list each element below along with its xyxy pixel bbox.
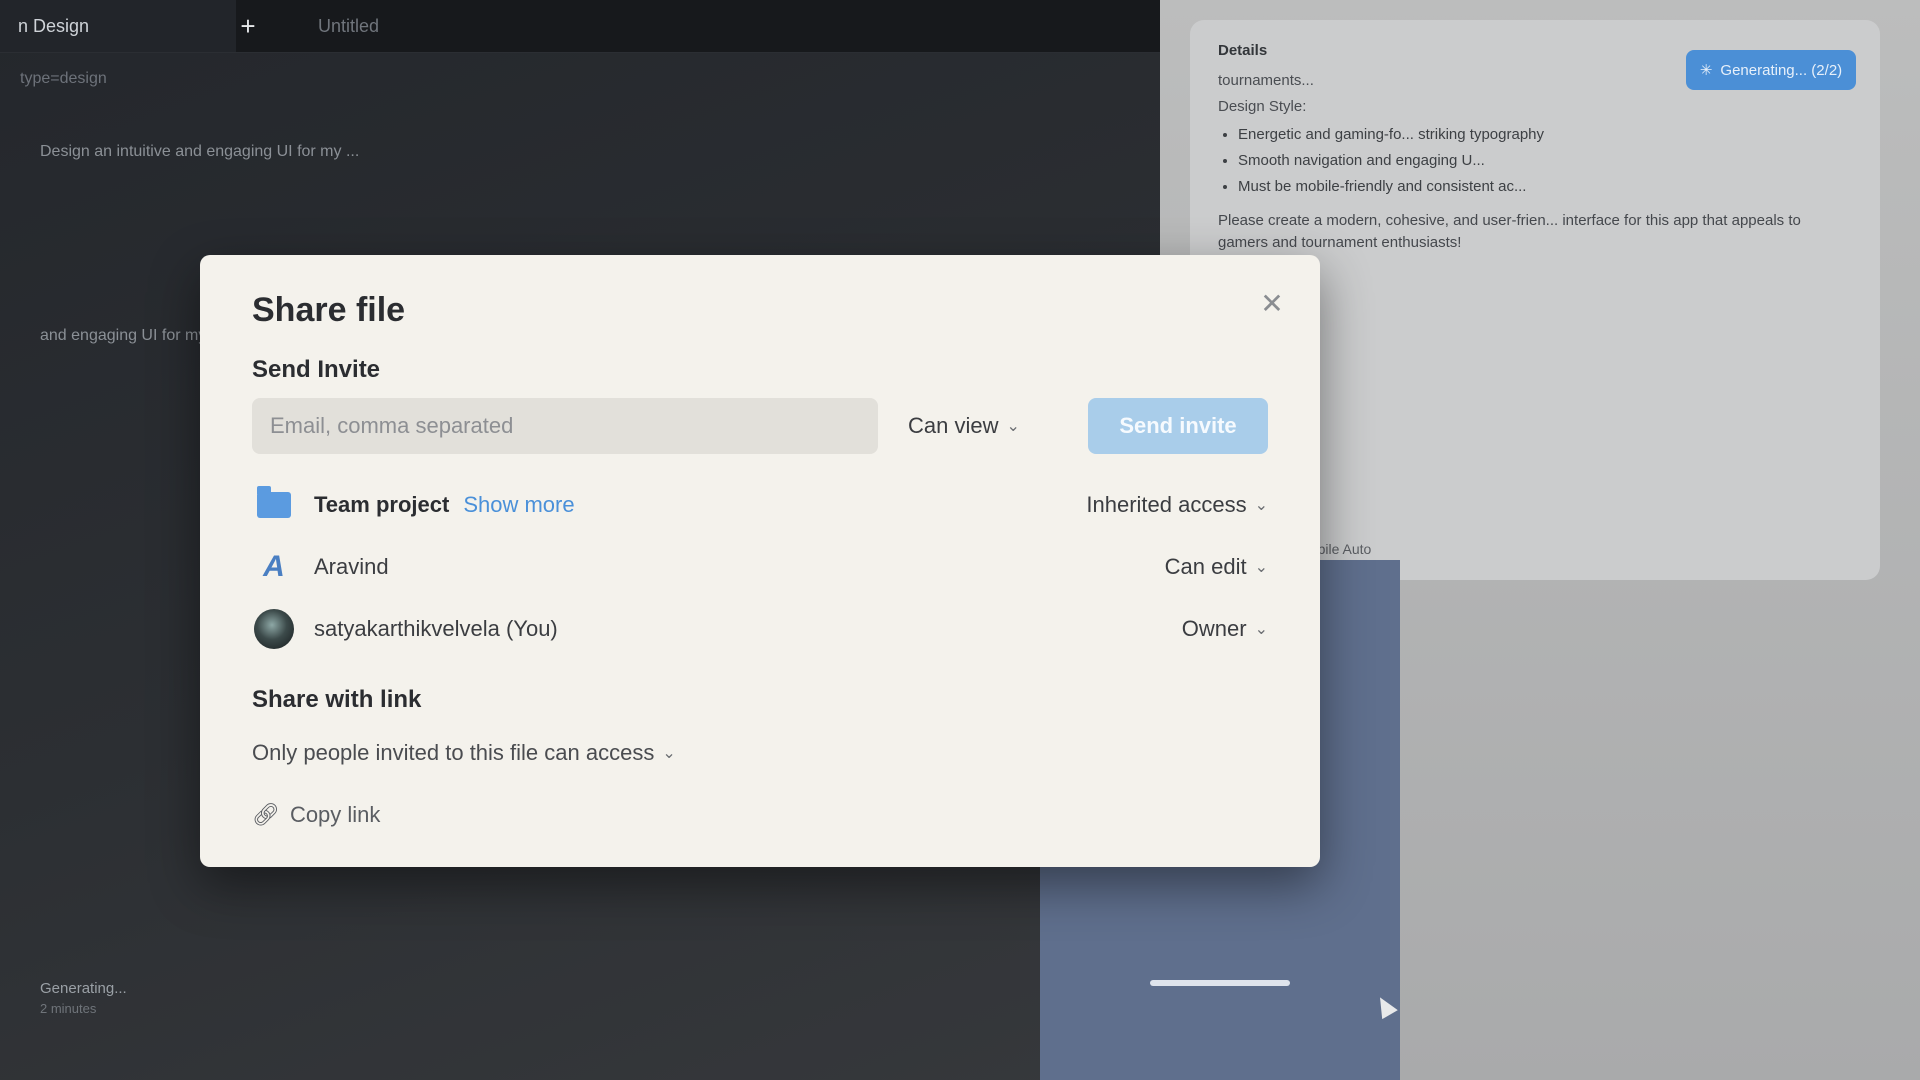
- member-row-team-project: Team project Show more Inherited access …: [252, 474, 1268, 536]
- member-row-aravind: A Aravind Can edit ⌄: [252, 536, 1268, 598]
- spinner-icon: ✳: [1699, 62, 1713, 79]
- design-style-label: Design Style:: [1218, 98, 1307, 115]
- email-input[interactable]: [252, 398, 878, 454]
- generating-status: Generating... 2 minutes: [40, 980, 127, 1016]
- access-label: Inherited access: [1086, 492, 1247, 517]
- folder-icon: [252, 483, 296, 527]
- close-icon[interactable]: ✕: [1254, 285, 1290, 321]
- invite-row: Can view ⌄ Send invite: [252, 398, 1268, 454]
- avatar: [252, 607, 296, 651]
- access-select[interactable]: Inherited access ⌄: [1086, 492, 1268, 518]
- copy-link-label: Copy link: [289, 802, 381, 827]
- copy-link-button[interactable]: 🔗︎ Copy link: [252, 802, 1268, 828]
- share-with-link-label: Share with link: [252, 686, 422, 713]
- send-invite-button[interactable]: Send invite: [1088, 398, 1268, 454]
- list-item: Energetic and gaming-fo... striking typo…: [1238, 124, 1852, 146]
- chevron-down-icon: ⌄: [1254, 559, 1268, 576]
- member-name: Team project Show more: [314, 492, 1086, 518]
- chevron-down-icon: ⌄: [1254, 621, 1268, 638]
- owner-label: Owner ⌄: [1182, 616, 1268, 642]
- generating-label: Generating...: [40, 980, 127, 997]
- member-list: Team project Show more Inherited access …: [252, 474, 1268, 660]
- prompt-preview-text: Design an intuitive and engaging UI for …: [40, 143, 360, 160]
- show-more-link[interactable]: Show more: [463, 492, 574, 518]
- tab-design[interactable]: n Design: [0, 0, 236, 52]
- breadcrumb: type=design: [20, 70, 107, 87]
- member-row-owner: satyakarthikvelvela (You) Owner ⌄: [252, 598, 1268, 660]
- chevron-down-icon: ⌄: [1254, 497, 1268, 514]
- list-item: Smooth navigation and engaging U...: [1238, 150, 1852, 172]
- permission-label: Can view: [908, 413, 999, 438]
- chevron-down-icon: ⌄: [662, 745, 676, 762]
- share-file-modal: Share file ✕ Send Invite Can view ⌄ Send…: [200, 255, 1320, 867]
- tab-untitled[interactable]: Untitled: [300, 0, 397, 52]
- access-label: Owner: [1181, 616, 1247, 641]
- tab-design-label: n Design: [18, 15, 90, 36]
- access-label: Can edit: [1164, 554, 1247, 579]
- generating-button[interactable]: ✳ Generating... (2/2): [1686, 50, 1856, 90]
- chevron-down-icon: ⌄: [1006, 418, 1020, 435]
- tab-untitled-label: Untitled: [318, 15, 380, 36]
- member-name-text: satyakarthikvelvela (You): [314, 616, 558, 641]
- modal-title: Share file: [252, 291, 406, 329]
- link-icon: 🔗︎: [252, 802, 280, 827]
- link-access-label: Only people invited to this file can acc…: [252, 740, 655, 765]
- member-name-text: Aravind: [314, 554, 389, 579]
- preview-home-indicator: [1150, 980, 1290, 986]
- member-name-text: Team project: [314, 492, 450, 517]
- new-tab-button[interactable]: +: [210, 0, 286, 52]
- design-style-list: Energetic and gaming-fo... striking typo…: [1218, 124, 1852, 198]
- link-access-select[interactable]: Only people invited to this file can acc…: [252, 728, 1268, 778]
- list-item: Must be mobile-friendly and consistent a…: [1238, 176, 1852, 198]
- request-text: Please create a modern, cohesive, and us…: [1218, 212, 1801, 251]
- generating-time: 2 minutes: [40, 1001, 97, 1016]
- member-name: Aravind: [314, 554, 1165, 580]
- generating-button-label: Generating... (2/2): [1720, 61, 1843, 79]
- member-name: satyakarthikvelvela (You): [314, 616, 1182, 642]
- send-invite-label: Send Invite: [252, 356, 381, 383]
- team-logo-icon: A: [263, 550, 285, 583]
- plus-icon: +: [240, 10, 256, 41]
- permission-select[interactable]: Can view ⌄: [896, 398, 1070, 454]
- access-select[interactable]: Can edit ⌄: [1165, 554, 1268, 580]
